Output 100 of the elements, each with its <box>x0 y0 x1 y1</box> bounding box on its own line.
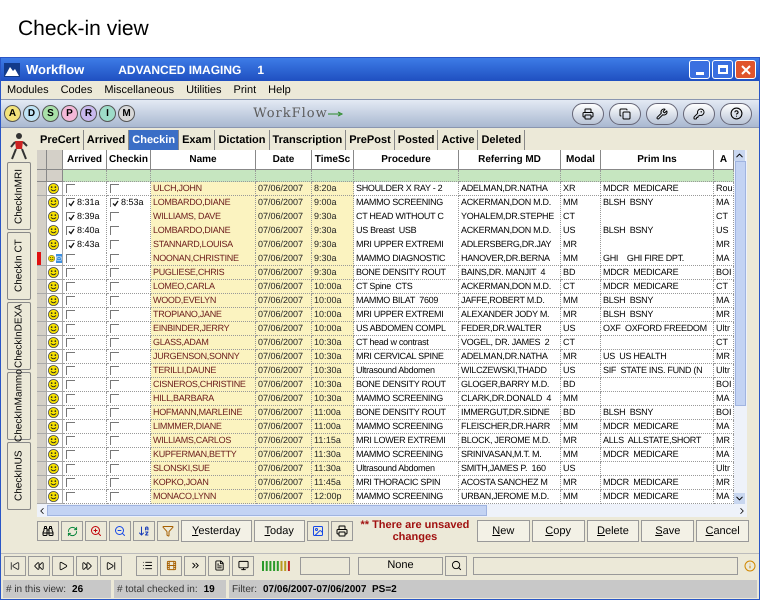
scroll-thumb[interactable] <box>47 505 487 516</box>
new-row-cell[interactable] <box>714 170 734 182</box>
new-row-cell[interactable] <box>256 170 312 182</box>
checkbox[interactable] <box>66 464 75 473</box>
checkbox[interactable] <box>66 352 75 361</box>
play-button[interactable] <box>52 556 74 576</box>
list-button[interactable] <box>136 556 158 576</box>
menu-item[interactable]: Codes <box>60 82 92 98</box>
checkbox[interactable] <box>66 436 75 445</box>
module-button[interactable]: S <box>42 105 59 122</box>
checkbox[interactable] <box>66 296 75 305</box>
checkbox[interactable] <box>66 366 75 375</box>
search-button[interactable] <box>445 556 467 576</box>
find-button[interactable] <box>37 521 59 541</box>
checkbox[interactable] <box>66 394 75 403</box>
next-button[interactable] <box>76 556 98 576</box>
checkbox[interactable] <box>66 422 75 431</box>
row-selector[interactable] <box>37 170 47 182</box>
menu-item[interactable]: Miscellaneous <box>104 82 174 98</box>
checkbox[interactable] <box>110 464 119 473</box>
zoom-in-button[interactable] <box>85 521 107 541</box>
checkbox[interactable] <box>110 254 119 263</box>
checkbox[interactable] <box>110 450 119 459</box>
empty-field[interactable] <box>300 556 350 574</box>
new-row-cell[interactable] <box>63 170 107 182</box>
checkbox[interactable] <box>110 436 119 445</box>
checkbox[interactable] <box>110 478 119 487</box>
checkbox[interactable] <box>66 408 75 417</box>
new-row-cell[interactable] <box>107 170 151 182</box>
module-button[interactable]: P <box>61 105 78 122</box>
sort-button[interactable] <box>133 521 155 541</box>
side-tab[interactable]: CheckInMammo <box>7 372 31 440</box>
menu-item[interactable]: Utilities <box>186 82 222 98</box>
menu-item[interactable]: Print <box>234 82 256 98</box>
side-tab[interactable]: CheckInDEXA <box>7 302 31 370</box>
new-row-cell[interactable] <box>561 170 601 182</box>
checkbox[interactable] <box>110 198 119 208</box>
day-button[interactable]: Yesterday <box>181 520 252 542</box>
day-button[interactable]: Today <box>254 520 305 542</box>
horizontal-scrollbar[interactable] <box>37 504 747 517</box>
preview-button[interactable] <box>306 521 329 541</box>
checkbox[interactable] <box>110 268 119 277</box>
checkbox[interactable] <box>110 408 119 417</box>
new-row-cell[interactable] <box>601 170 714 182</box>
module-button[interactable]: D <box>23 105 40 122</box>
zoom-out-button[interactable] <box>109 521 131 541</box>
checkbox[interactable] <box>110 394 119 403</box>
help-button[interactable] <box>720 102 752 124</box>
new-row-cell[interactable] <box>151 170 256 182</box>
skip-button[interactable] <box>184 556 206 576</box>
print-button[interactable] <box>572 102 604 124</box>
tab[interactable]: Checkin <box>129 130 180 150</box>
input-field[interactable] <box>473 556 738 574</box>
menu-item[interactable]: Help <box>268 82 291 98</box>
checkbox[interactable] <box>66 268 75 277</box>
checkbox[interactable] <box>110 366 119 375</box>
checkbox[interactable] <box>110 380 119 389</box>
new-row-cell[interactable] <box>459 170 561 182</box>
module-button[interactable]: A <box>4 105 21 122</box>
checkbox[interactable] <box>66 240 75 250</box>
checkbox[interactable] <box>66 198 75 208</box>
checkbox[interactable] <box>66 492 75 501</box>
checkbox[interactable] <box>110 310 119 319</box>
scroll-thumb[interactable] <box>735 161 746 406</box>
checkbox[interactable] <box>110 282 119 291</box>
checkbox[interactable] <box>66 226 75 236</box>
checkbox[interactable] <box>66 450 75 459</box>
action-button[interactable]: Delete <box>586 520 640 542</box>
tab[interactable]: Transcription <box>270 130 346 150</box>
last-record-button[interactable] <box>100 556 122 576</box>
action-button[interactable]: Copy <box>532 520 585 542</box>
first-record-button[interactable] <box>4 556 26 576</box>
vertical-scrollbar[interactable] <box>734 150 747 504</box>
checkbox[interactable] <box>110 492 119 501</box>
checkbox[interactable] <box>66 254 75 263</box>
checkbox[interactable] <box>110 422 119 431</box>
previous-button[interactable] <box>28 556 50 576</box>
checkbox[interactable] <box>110 352 119 361</box>
row-selector[interactable] <box>37 252 47 266</box>
action-button[interactable]: New <box>476 520 530 542</box>
checkbox[interactable] <box>66 324 75 333</box>
mode-field[interactable]: None <box>358 556 443 574</box>
action-button[interactable]: Cancel <box>696 520 750 542</box>
side-tab[interactable]: CheckInMRI <box>7 162 31 230</box>
side-tab[interactable]: CheckIn CT <box>7 232 31 300</box>
checkbox[interactable] <box>110 184 119 193</box>
checkbox[interactable] <box>110 338 119 347</box>
new-row-cell[interactable] <box>312 170 354 182</box>
checkbox[interactable] <box>66 212 75 222</box>
module-button[interactable]: M <box>118 105 135 122</box>
checkbox[interactable] <box>66 478 75 487</box>
menu-item[interactable]: Modules <box>7 82 49 98</box>
checkbox[interactable] <box>66 338 75 347</box>
side-tab[interactable]: CheckInUS <box>7 442 31 510</box>
module-button[interactable]: R <box>80 105 97 122</box>
checkbox[interactable] <box>66 282 75 291</box>
key-button[interactable] <box>683 102 715 124</box>
checkbox[interactable] <box>110 324 119 333</box>
document-button[interactable] <box>208 556 230 576</box>
windows-button[interactable] <box>609 102 641 124</box>
